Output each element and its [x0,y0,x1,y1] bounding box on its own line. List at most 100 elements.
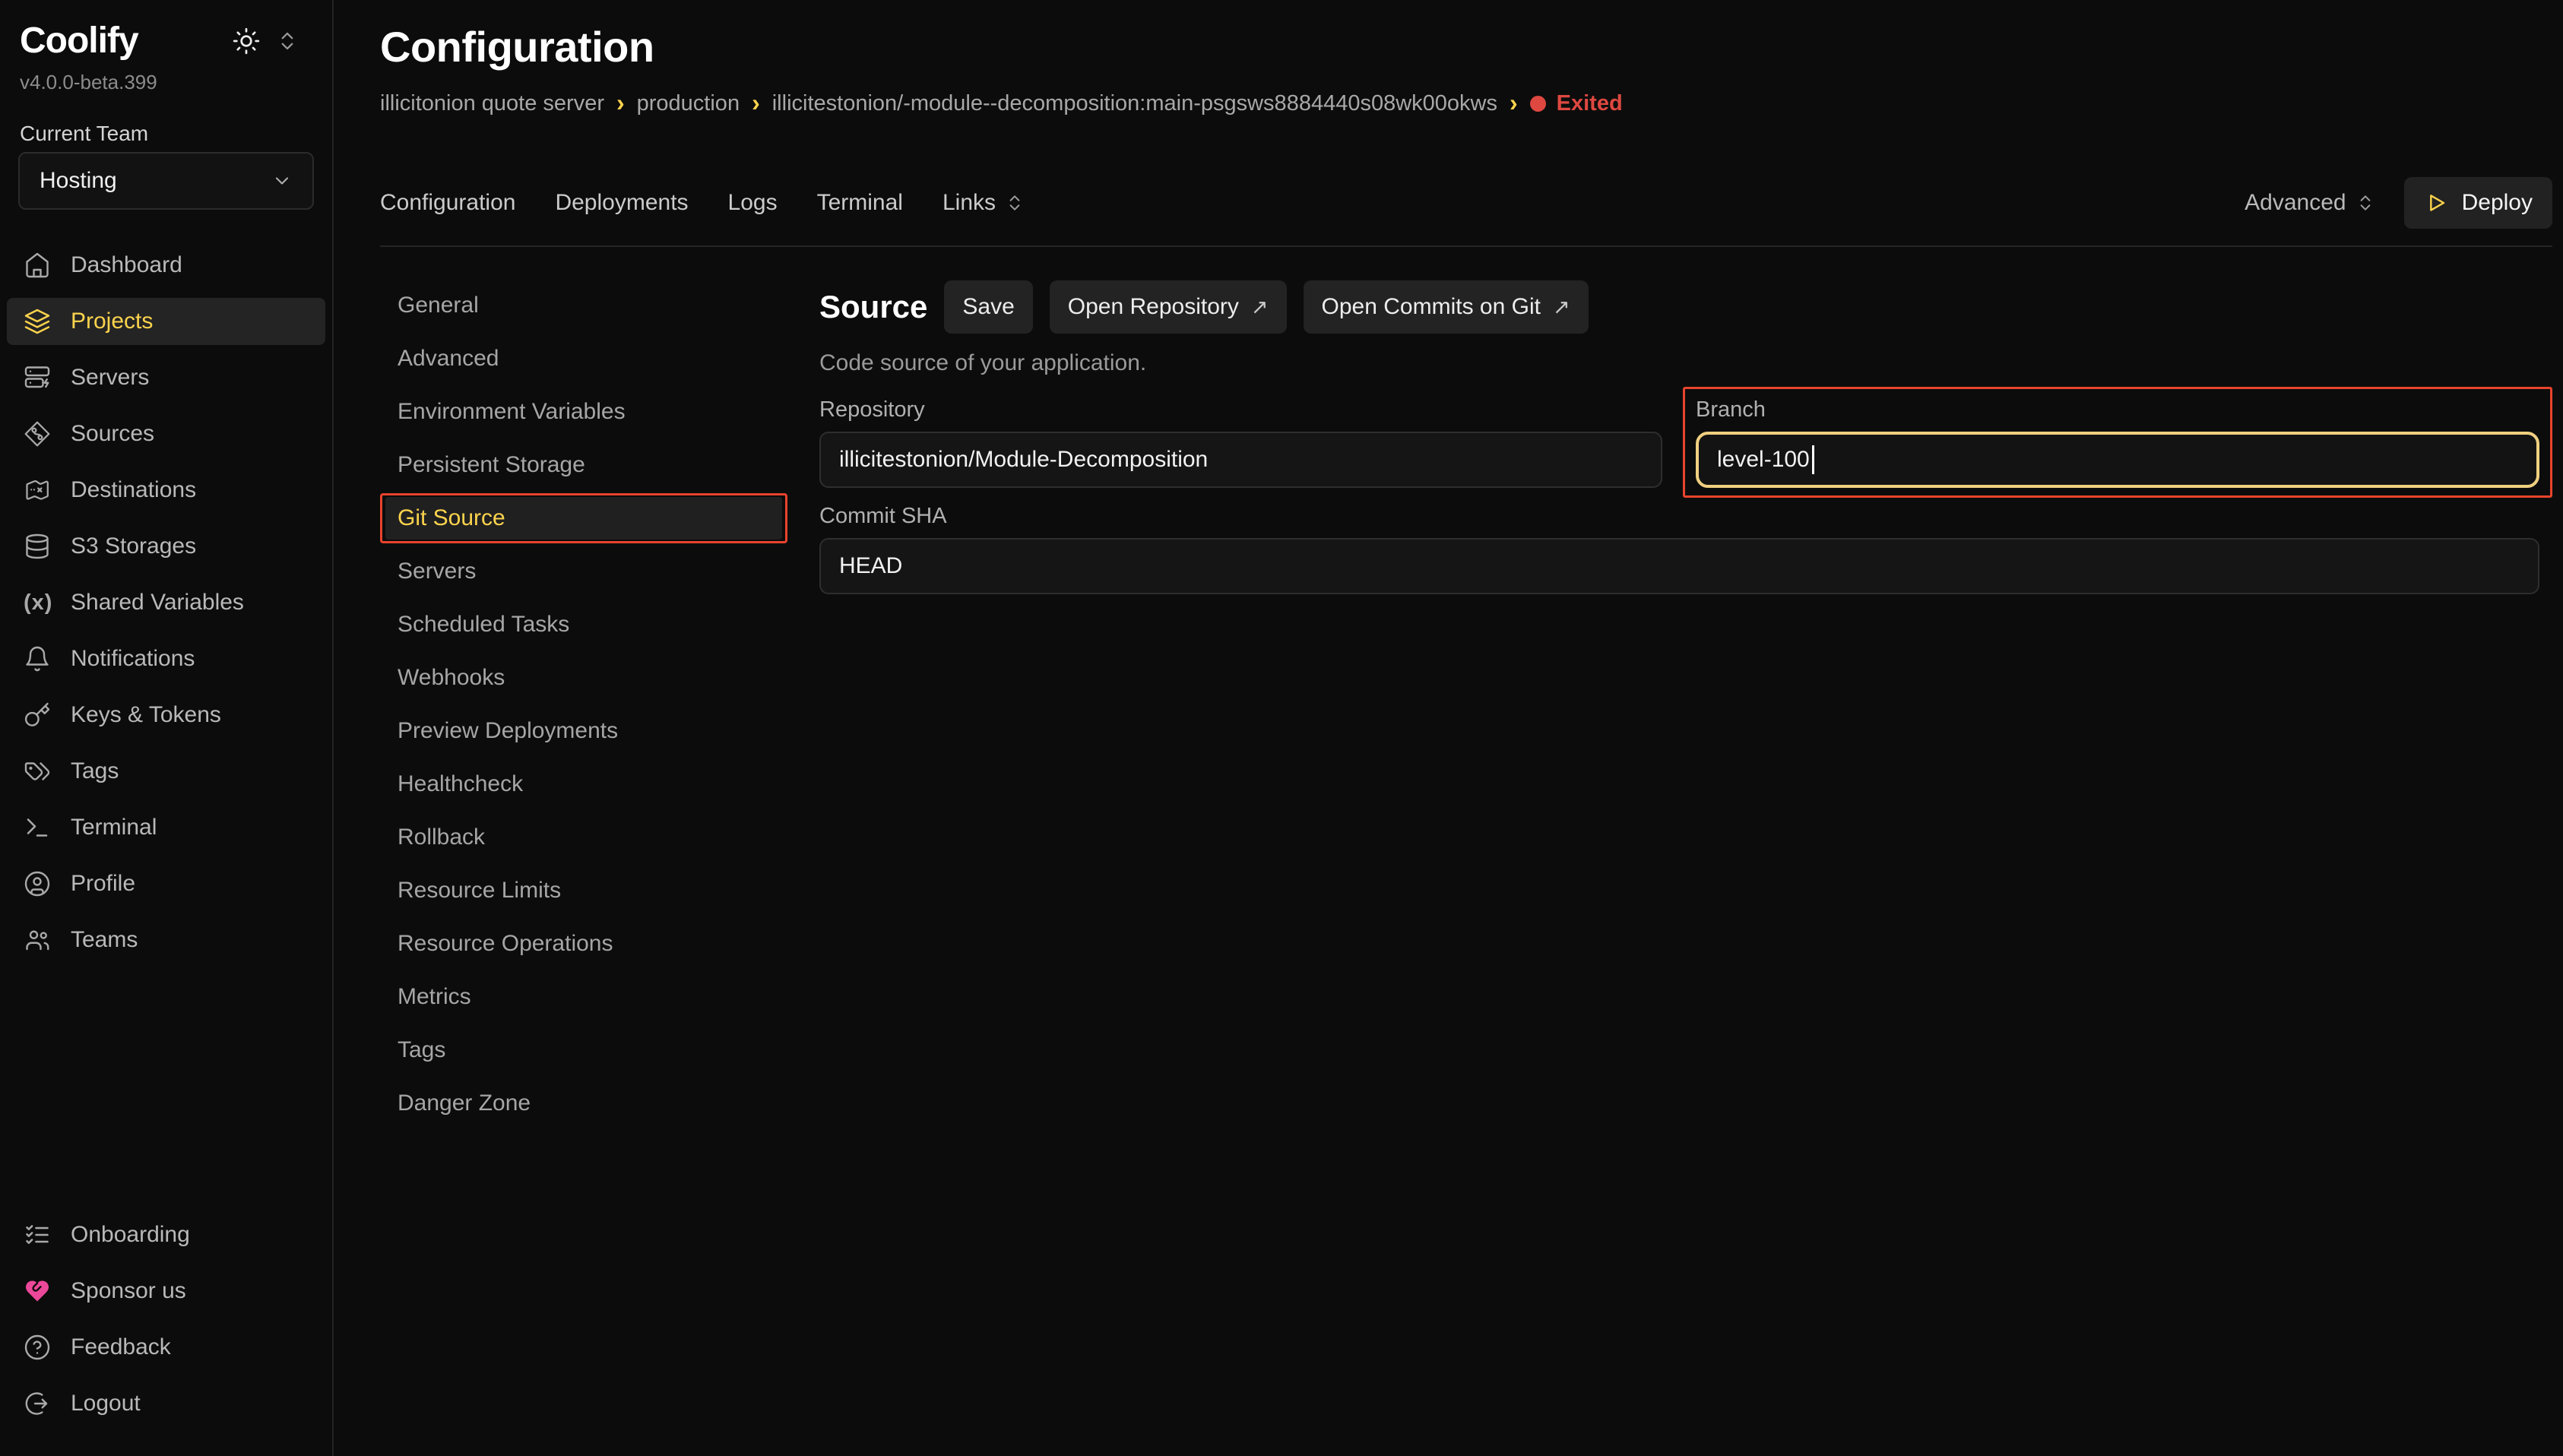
subnav-item-metrics[interactable]: Metrics [385,976,782,1018]
sidebar-item-profile[interactable]: Profile [7,860,325,907]
breadcrumb-item-application[interactable]: illicitestonion/-module--decomposition:m… [772,91,1497,116]
sidebar-item-label: Sponsor us [71,1278,186,1304]
subnav-item-healthcheck[interactable]: Healthcheck [385,763,782,806]
sidebar-item-tags[interactable]: Tags [7,748,325,795]
repository-value: illicitestonion/Module-Decomposition [839,447,1208,473]
repository-label: Repository [819,397,1662,423]
breadcrumb-item-project[interactable]: illicitonion quote server [380,91,604,116]
sidebar-item-label: Profile [71,871,135,897]
variable-icon: (x) [24,590,51,616]
subnav-item-tags[interactable]: Tags [385,1029,782,1071]
subnav-item-danger-zone[interactable]: Danger Zone [385,1082,782,1125]
tab-configuration[interactable]: Configuration [380,190,515,216]
sidebar-item-label: Terminal [71,815,157,840]
app-logo: Coolify [20,20,138,62]
subnav-item-webhooks[interactable]: Webhooks [385,657,782,699]
subnav-item-resource-limits[interactable]: Resource Limits [385,869,782,912]
sidebar-item-keys-tokens[interactable]: Keys & Tokens [7,692,325,739]
database-icon [24,533,51,560]
sidebar-item-label: Keys & Tokens [71,702,221,728]
subnav-item-persistent-storage[interactable]: Persistent Storage [385,444,782,486]
sidebar-item-terminal[interactable]: Terminal [7,804,325,851]
status-label: Exited [1557,91,1623,116]
chevrons-up-down-icon [2355,193,2375,213]
sidebar-collapse-chevrons-icon[interactable] [276,30,299,52]
git-source-annotation-box: Git Source [380,493,787,543]
main-content: Configuration illicitonion quote server … [335,0,2563,1456]
chevron-down-icon [271,170,293,191]
branch-label: Branch [1696,397,2539,423]
sidebar-item-s3-storages[interactable]: S3 Storages [7,523,325,570]
layers-icon [24,308,51,335]
user-circle-icon [24,870,51,897]
sidebar-item-label: Servers [71,365,149,391]
branch-input[interactable]: level-100 [1696,432,2539,488]
sidebar-item-label: Destinations [71,477,196,503]
help-circle-icon [24,1334,51,1361]
breadcrumb-item-environment[interactable]: production [637,91,740,116]
sidebar-spacer [0,973,332,1179]
source-section-title: Source [819,289,927,325]
subnav-item-environment-variables[interactable]: Environment Variables [385,391,782,433]
sidebar-item-feedback[interactable]: Feedback [7,1324,325,1371]
sidebar-footer-nav: Onboarding Sponsor us Feedback Logout [0,1211,332,1436]
sidebar-item-dashboard[interactable]: Dashboard [7,242,325,289]
key-icon [24,701,51,729]
bell-icon [24,645,51,673]
subnav-item-rollback[interactable]: Rollback [385,816,782,859]
team-select-value: Hosting [40,168,117,194]
subnav-item-advanced[interactable]: Advanced [385,337,782,380]
heart-hands-icon [24,1277,51,1305]
tab-links[interactable]: Links [943,190,1025,216]
source-description: Code source of your application. [819,350,2552,376]
sidebar-item-logout[interactable]: Logout [7,1380,325,1427]
status-dot-icon [1530,96,1546,112]
coolify-app: Coolify v4.0.0-beta.399 Current Team Hos… [0,0,2563,1456]
breadcrumb-chevron-icon: › [752,90,760,115]
sidebar-item-sources[interactable]: Sources [7,410,325,457]
sidebar-item-label: Logout [71,1391,141,1416]
subnav-item-preview-deployments[interactable]: Preview Deployments [385,710,782,752]
tab-terminal[interactable]: Terminal [817,190,903,216]
commit-sha-field-group: Commit SHA HEAD [806,493,2552,604]
open-commits-button[interactable]: Open Commits on Git ↗ [1304,280,1589,334]
sidebar-item-shared-variables[interactable]: (x) Shared Variables [7,579,325,626]
users-icon [24,926,51,954]
tab-deployments[interactable]: Deployments [555,190,688,216]
deploy-button[interactable]: Deploy [2404,177,2552,229]
sidebar-item-label: Projects [71,309,153,334]
sidebar-item-label: Sources [71,421,154,447]
sidebar-item-sponsor-us[interactable]: Sponsor us [7,1268,325,1315]
external-link-icon: ↗ [1553,296,1570,319]
logo-row: Coolify [0,20,332,62]
breadcrumb-chevron-icon: › [1510,90,1518,115]
sidebar-item-label: S3 Storages [71,533,196,559]
sidebar-item-onboarding[interactable]: Onboarding [7,1211,325,1258]
sidebar-item-label: Tags [71,758,119,784]
status-badge: Exited [1530,91,1623,116]
sidebar-item-label: Shared Variables [71,590,244,616]
sidebar-item-notifications[interactable]: Notifications [7,635,325,682]
sidebar-item-projects[interactable]: Projects [7,298,325,345]
repository-input[interactable]: illicitestonion/Module-Decomposition [819,432,1662,488]
theme-toggle-sun-icon[interactable] [232,27,261,55]
commit-sha-input[interactable]: HEAD [819,538,2539,594]
subnav-item-scheduled-tasks[interactable]: Scheduled Tasks [385,603,782,646]
map-icon [24,476,51,504]
advanced-dropdown[interactable]: Advanced [2245,190,2374,216]
save-button[interactable]: Save [944,280,1032,334]
subnav-item-servers[interactable]: Servers [385,550,782,593]
subnav-item-resource-operations[interactable]: Resource Operations [385,923,782,965]
git-source-form: Source Save Open Repository ↗ Open Commi… [819,280,2552,604]
team-select[interactable]: Hosting [18,152,314,210]
subnav-item-general[interactable]: General [385,284,782,327]
home-icon [24,252,51,279]
sidebar-item-servers[interactable]: Servers [7,354,325,401]
configuration-content: General Advanced Environment Variables P… [380,247,2552,1132]
open-repository-button[interactable]: Open Repository ↗ [1050,280,1287,334]
tab-logs[interactable]: Logs [728,190,778,216]
sidebar-item-destinations[interactable]: Destinations [7,467,325,514]
tags-icon [24,758,51,785]
sidebar-item-teams[interactable]: Teams [7,916,325,964]
subnav-item-git-source[interactable]: Git Source [385,497,782,540]
